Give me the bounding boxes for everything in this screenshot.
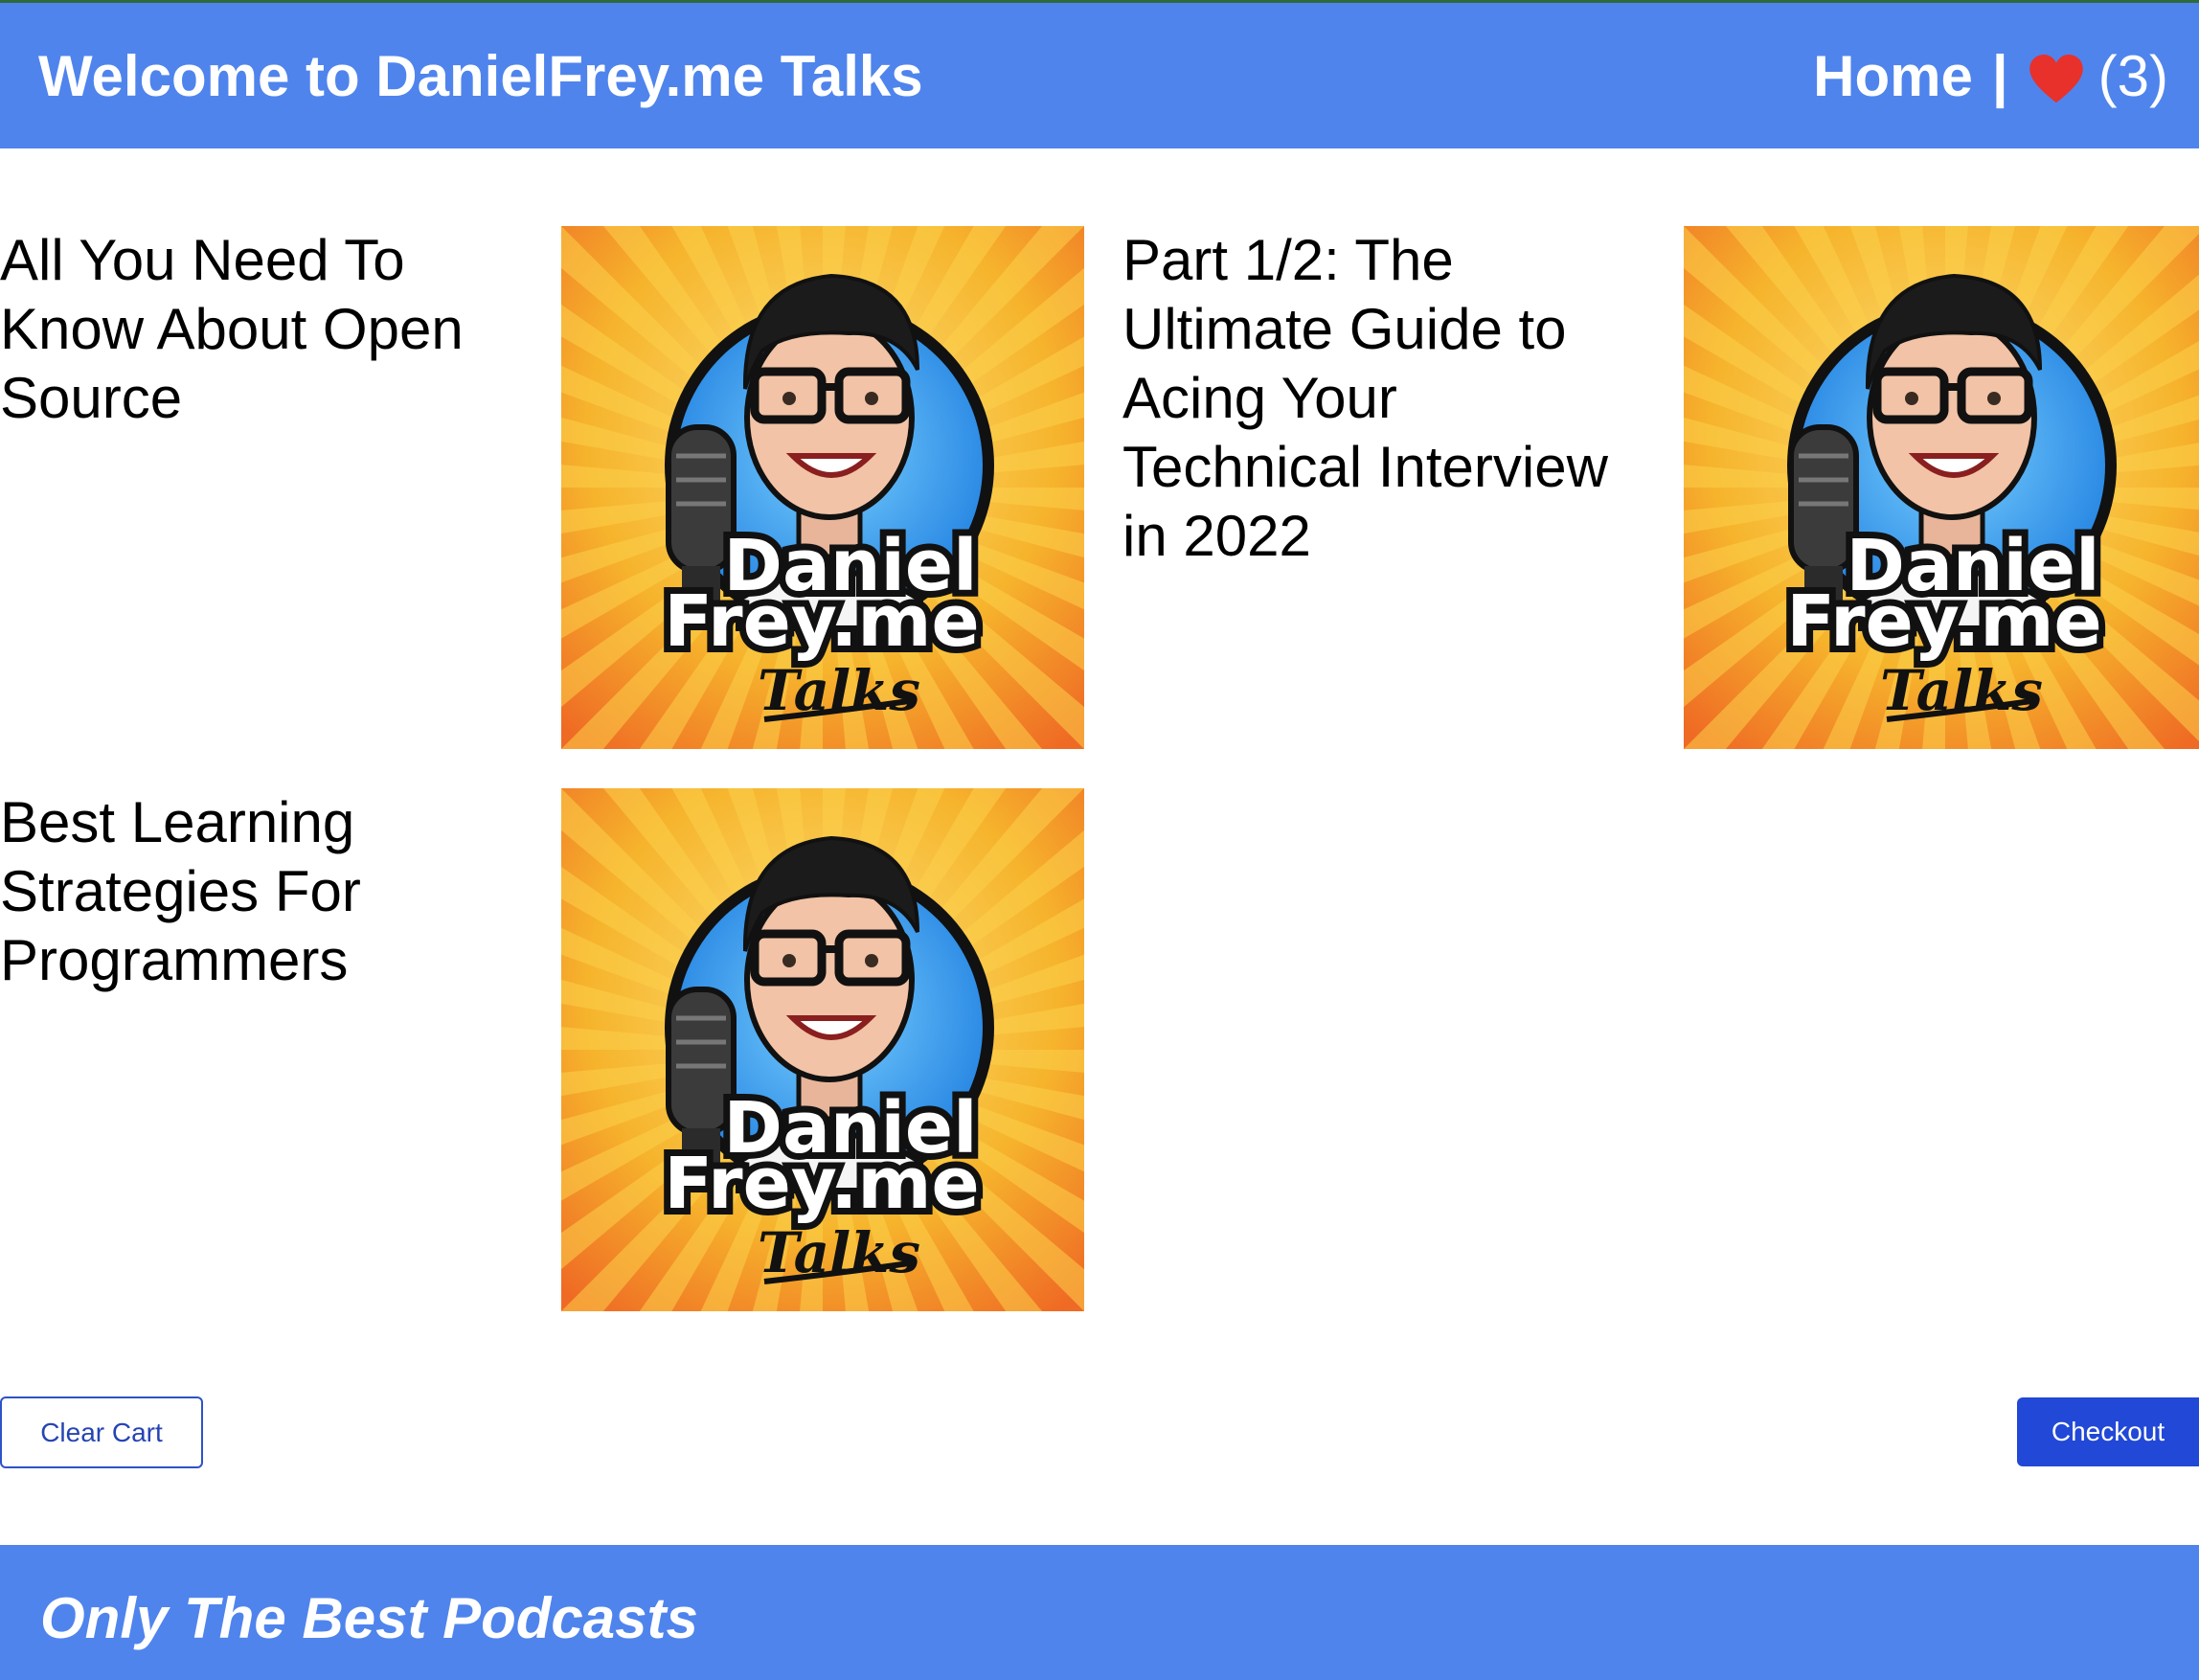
clear-cart-button[interactable]: Clear Cart <box>0 1396 203 1468</box>
svg-text:Talks: Talks <box>1880 658 2043 723</box>
podcast-cover-image[interactable]: Daniel Frey.me Talks <box>561 788 1084 1311</box>
footer-tagline: Only The Best Podcasts <box>40 1586 698 1650</box>
site-footer: Only The Best Podcasts <box>0 1545 2199 1680</box>
favorites-count: (3) <box>2097 44 2168 108</box>
site-title: Welcome to DanielFrey.me Talks <box>38 44 923 108</box>
podcast-title[interactable]: All You Need To Know About Open Source <box>0 226 517 433</box>
svg-text:Frey.me: Frey.me <box>664 1143 979 1225</box>
svg-text:Talks: Talks <box>758 1220 920 1285</box>
svg-text:Frey.me: Frey.me <box>664 580 979 663</box>
podcast-cover-image[interactable]: Daniel Frey.me Talks <box>1684 226 2199 749</box>
header-nav: Home | (3) <box>1813 43 2168 109</box>
svg-text:Frey.me: Frey.me <box>1786 580 2101 663</box>
svg-text:Talks: Talks <box>758 658 920 723</box>
checkout-button[interactable]: Checkout <box>2017 1397 2199 1466</box>
nav-separator: | <box>1991 44 2008 108</box>
heart-icon[interactable] <box>2029 54 2083 104</box>
site-header: Welcome to DanielFrey.me Talks Home | (3… <box>0 3 2199 148</box>
podcast-cover-image[interactable]: Daniel Frey.me Talks <box>561 226 1084 749</box>
podcast-title[interactable]: Part 1/2: The Ultimate Guide to Acing Yo… <box>1122 226 1640 571</box>
home-link[interactable]: Home <box>1813 43 1973 109</box>
podcast-title[interactable]: Best Learning Strategies For Programmers <box>0 788 517 995</box>
